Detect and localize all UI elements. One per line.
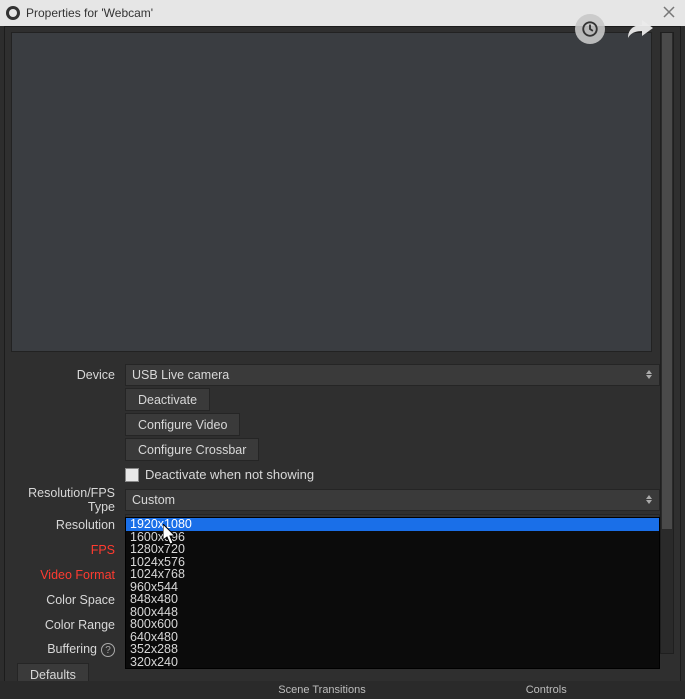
scrollbar-thumb[interactable]: [662, 33, 672, 529]
resolution-option[interactable]: 960x544: [126, 581, 659, 594]
fps-label: FPS: [5, 543, 125, 557]
video-preview: [11, 32, 652, 352]
deactivate-when-not-showing-label: Deactivate when not showing: [145, 467, 314, 482]
video-format-label: Video Format: [5, 568, 125, 582]
resolution-option[interactable]: 1600x896: [126, 531, 659, 544]
resolution-option[interactable]: 1024x576: [126, 556, 659, 569]
resfps-type-select[interactable]: Custom: [125, 489, 660, 511]
device-select[interactable]: USB Live camera: [125, 364, 660, 386]
buffering-label: Buffering?: [5, 642, 125, 658]
scrollbar[interactable]: [660, 32, 674, 654]
deactivate-when-not-showing-checkbox[interactable]: [125, 468, 139, 482]
resolution-option[interactable]: 800x600: [126, 618, 659, 631]
resolution-option[interactable]: 640x480: [126, 631, 659, 644]
app-icon: [6, 6, 20, 20]
resolution-option[interactable]: 1280x720: [126, 543, 659, 556]
dialog-body: Device USB Live camera Deactivate Config…: [4, 26, 681, 695]
configure-crossbar-button[interactable]: Configure Crossbar: [125, 438, 259, 461]
deactivate-button[interactable]: Deactivate: [125, 388, 210, 411]
device-label: Device: [5, 368, 125, 382]
window-title: Properties for 'Webcam': [26, 6, 153, 20]
resolution-option[interactable]: 800x448: [126, 606, 659, 619]
resolution-dropdown-list[interactable]: 1920x10801600x8961280x7201024x5761024x76…: [125, 517, 660, 669]
help-icon[interactable]: ?: [101, 643, 115, 657]
device-value: USB Live camera: [132, 368, 229, 382]
resolution-option[interactable]: 320x240: [126, 656, 659, 669]
video-overlay-controls: [575, 14, 657, 44]
share-icon[interactable]: [623, 14, 657, 44]
color-space-label: Color Space: [5, 593, 125, 607]
resolution-option[interactable]: 848x480: [126, 593, 659, 606]
resolution-option[interactable]: 352x288: [126, 643, 659, 656]
resfps-type-label: Resolution/FPS Type: [5, 486, 125, 514]
resolution-option[interactable]: 1024x768: [126, 568, 659, 581]
resolution-option[interactable]: 1920x1080: [126, 518, 659, 531]
configure-video-button[interactable]: Configure Video: [125, 413, 240, 436]
chevron-updown-icon: [643, 365, 655, 385]
footer-center: Scene Transitions: [278, 684, 365, 696]
status-bar: Scene Transitions Controls: [0, 681, 685, 699]
resolution-label: Resolution: [5, 518, 125, 532]
close-button[interactable]: [657, 2, 681, 22]
clock-icon[interactable]: [575, 14, 605, 44]
chevron-updown-icon: [643, 490, 655, 510]
color-range-label: Color Range: [5, 618, 125, 632]
footer-right: Controls: [526, 684, 567, 696]
resfps-type-value: Custom: [132, 493, 175, 507]
